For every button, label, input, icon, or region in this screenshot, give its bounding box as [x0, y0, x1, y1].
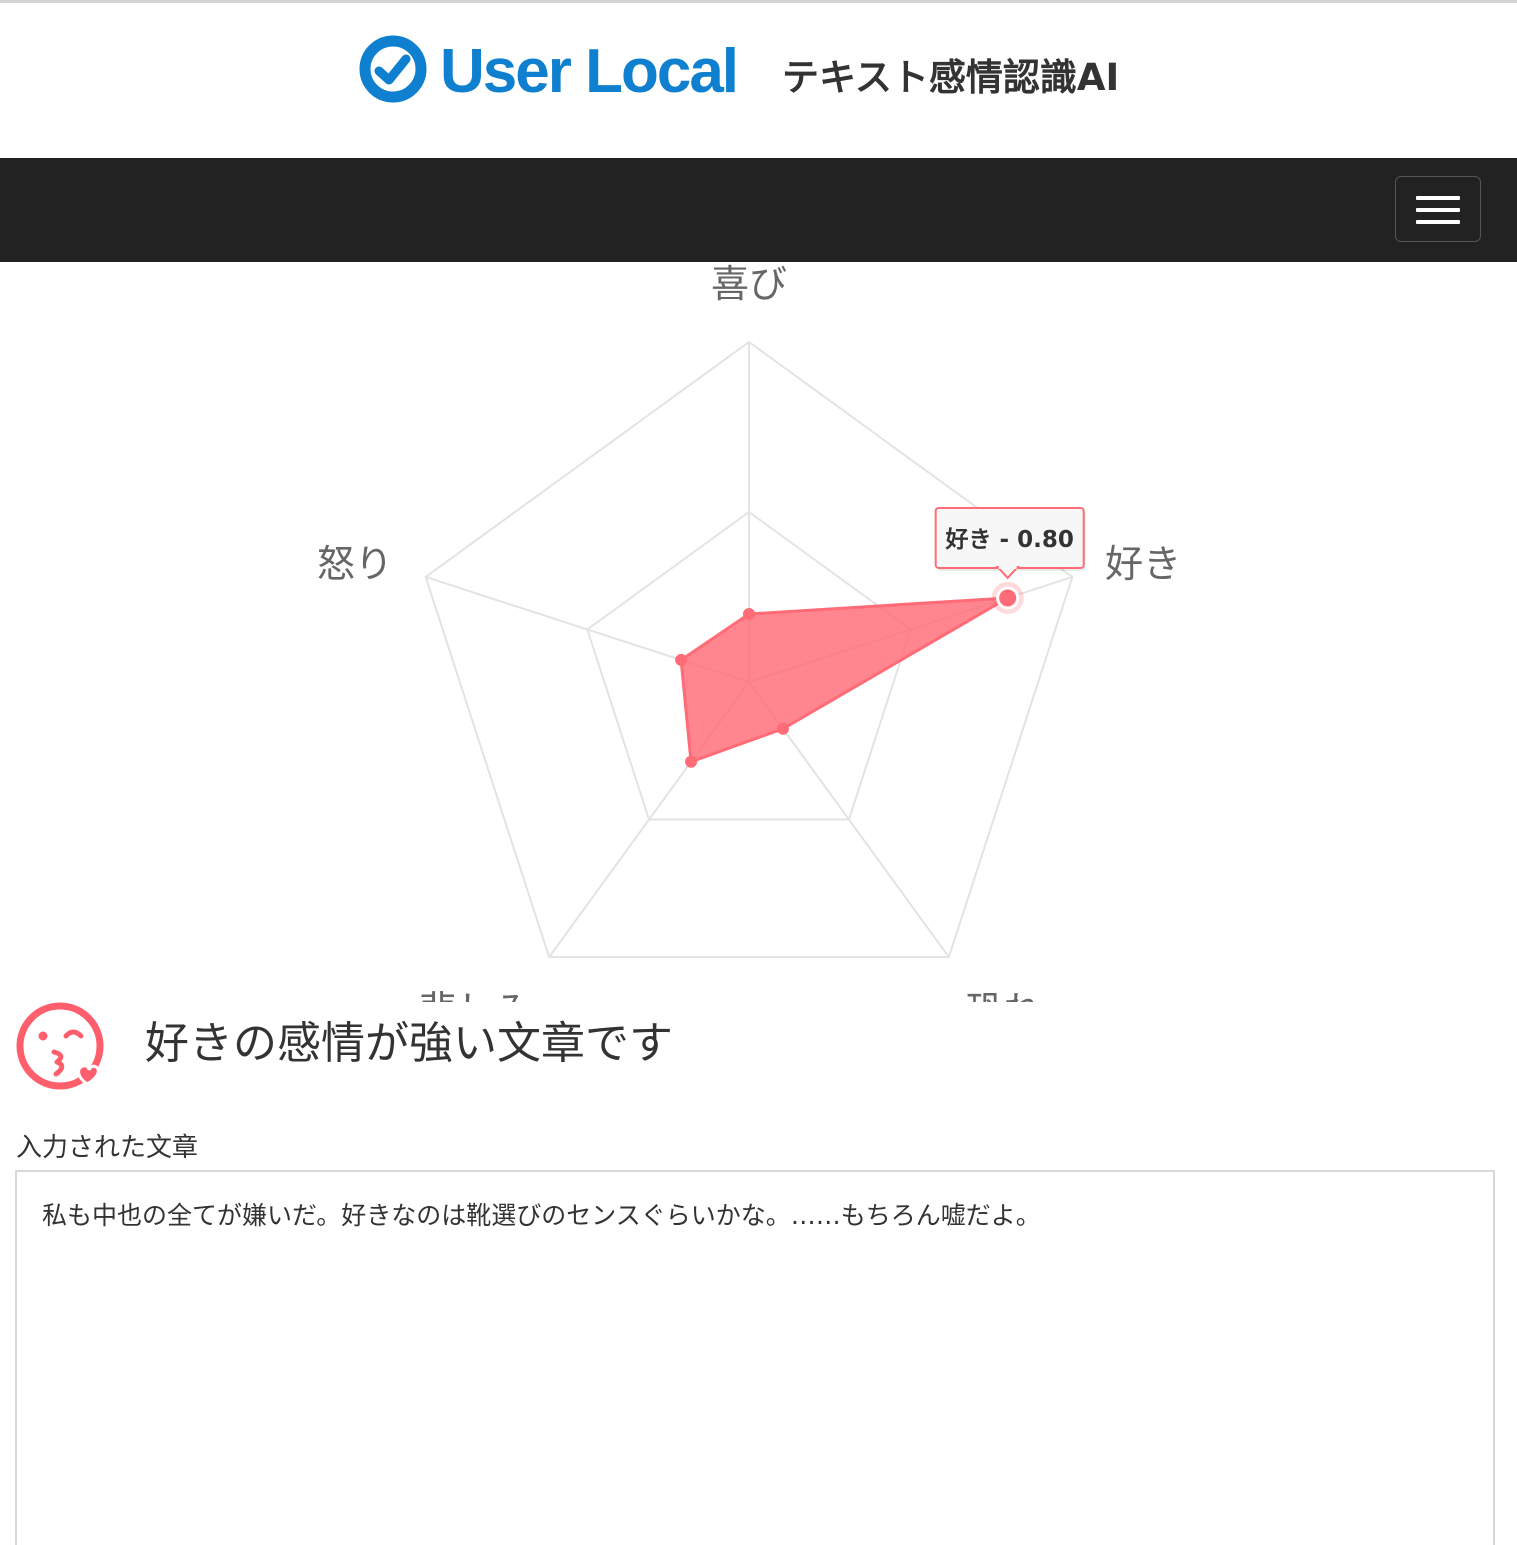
radar-axis-label-4: 怒り	[317, 542, 393, 586]
input-text: 私も中也の全てが嫌いだ。好きなのは靴選びのセンスぐらいかな。……もちろん嘘だよ。	[42, 1201, 1041, 1230]
page: User Local テキスト感情認識AI 喜び好き恐れ 悲しみ 怒り 好き - 0…	[0, 0, 1517, 1545]
navbar	[0, 158, 1517, 262]
hamburger-bar	[1416, 208, 1460, 212]
tooltip-text: 好き - 0.80	[945, 527, 1074, 553]
radar-point-4	[675, 653, 688, 666]
radar-axis-label-0: 喜び	[711, 262, 787, 306]
userlocal-logo-icon[interactable]	[359, 35, 427, 103]
radar-axis-label-1: 好き	[1105, 542, 1181, 586]
radar-tooltip: 好き - 0.80	[934, 506, 1086, 580]
emotion-radar-chart: 喜び好き恐れ 悲しみ 怒り 好き - 0.80	[317, 262, 1181, 1002]
site-header: User Local テキスト感情認識AI	[0, 3, 1517, 158]
hamburger-bar	[1416, 220, 1460, 224]
kiss-face-icon	[16, 1002, 104, 1090]
tooltip-pointer-mask	[998, 564, 1017, 569]
radar-point-0	[743, 608, 755, 620]
input-text-box[interactable]: 私も中也の全てが嫌いだ。好きなのは靴選びのセンスぐらいかな。……もちろん嘘だよ。	[15, 1170, 1495, 1545]
radar-data	[675, 581, 1024, 768]
radar-point-2	[776, 722, 789, 735]
hamburger-menu-icon	[1416, 196, 1460, 200]
radar-axis-label-2: 恐れ	[965, 988, 1041, 1002]
radar-axis-label-3: 悲しみ	[419, 988, 533, 1002]
product-name: テキスト感情認識AI	[782, 56, 1120, 99]
result-heading: 好きの感情が強い文章です	[145, 1018, 673, 1069]
radar-point-3	[685, 755, 698, 768]
brand-name[interactable]: User Local	[440, 37, 739, 107]
input-label: 入力された文章	[16, 1133, 199, 1163]
radar-point-1	[996, 586, 1020, 610]
radar-series-area	[679, 596, 1009, 764]
menu-toggle-button[interactable]	[1395, 176, 1481, 242]
